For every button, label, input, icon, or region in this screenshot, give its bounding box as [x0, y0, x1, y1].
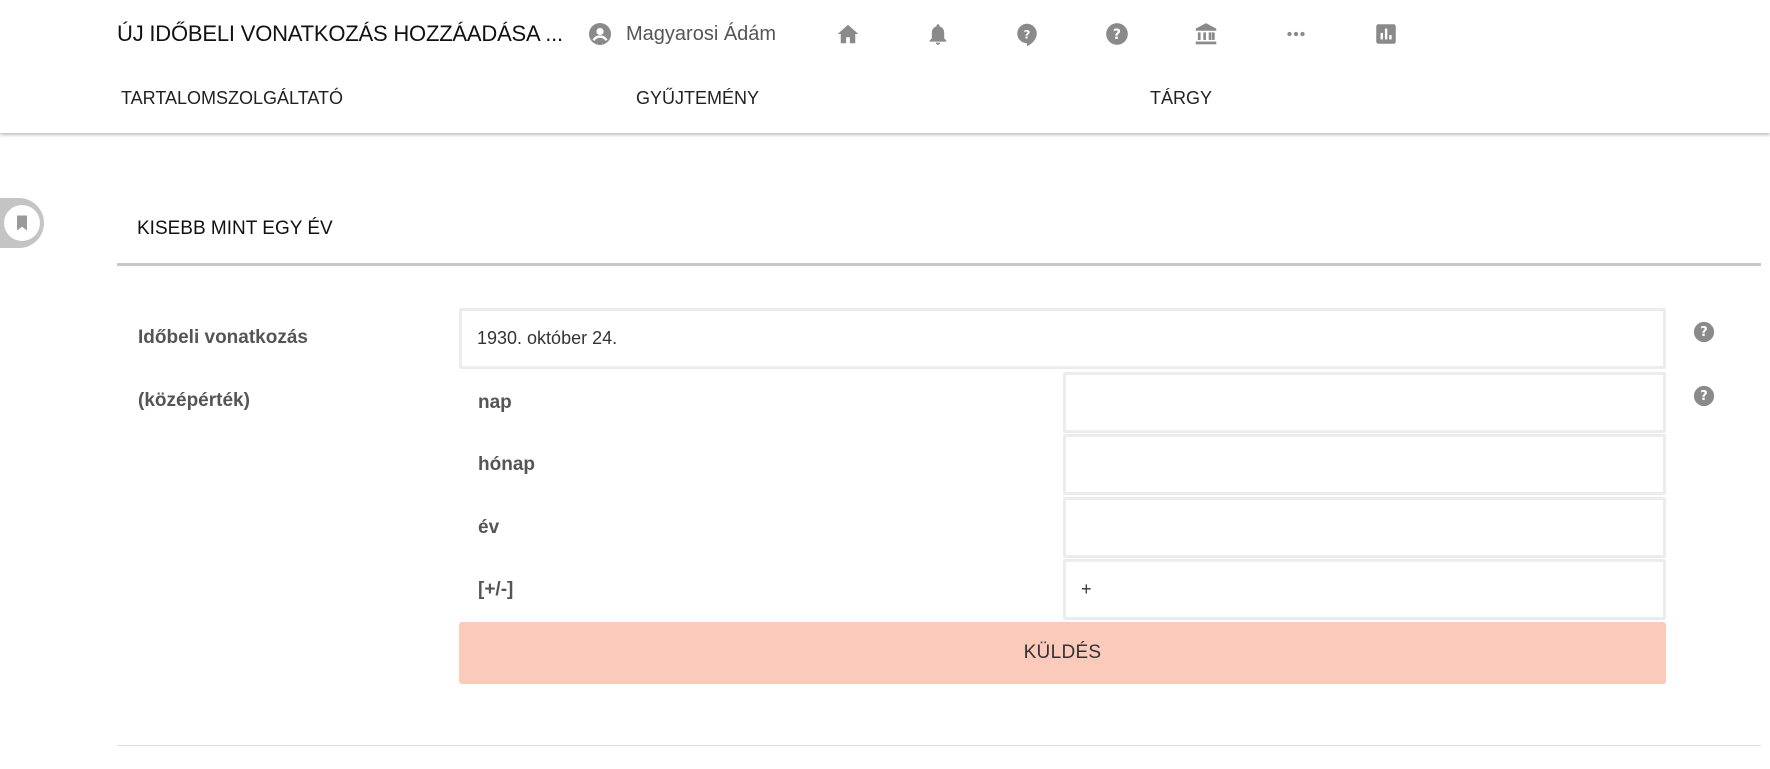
- app-header: ÚJ IDŐBELI VONATKOZÁS HOZZÁADÁSA ... Mag…: [0, 0, 1770, 133]
- help-circle-icon[interactable]: ?: [1104, 21, 1130, 47]
- tab-content-provider[interactable]: TARTALOMSZOLGÁLTATÓ: [121, 88, 343, 109]
- mean-value-label: (középérték): [138, 390, 250, 411]
- help-circle-icon[interactable]: ?: [1693, 385, 1715, 407]
- more-icon[interactable]: [1283, 21, 1309, 47]
- section-divider: [117, 263, 1761, 266]
- help-bubble-icon[interactable]: ?: [1014, 21, 1040, 47]
- month-label: hónap: [478, 454, 535, 475]
- day-input[interactable]: [1063, 372, 1666, 433]
- year-label: év: [478, 517, 500, 538]
- svg-text:?: ?: [1700, 389, 1707, 404]
- bookmark-icon: [4, 205, 40, 241]
- bell-icon[interactable]: [925, 21, 951, 47]
- page-title: ÚJ IDŐBELI VONATKOZÁS HOZZÁADÁSA ...: [117, 21, 563, 46]
- institution-icon[interactable]: [1193, 21, 1219, 47]
- bookmark-toggle[interactable]: [0, 198, 44, 248]
- year-input[interactable]: [1063, 497, 1666, 558]
- section-title: KISEBB MINT EGY ÉV: [137, 218, 333, 239]
- tab-object[interactable]: TÁRGY: [1150, 88, 1212, 109]
- plus-minus-label: [+/-]: [478, 579, 514, 600]
- user-menu[interactable]: Magyarosi Ádám: [588, 21, 776, 47]
- day-label: nap: [478, 392, 512, 413]
- svg-text:?: ?: [1700, 325, 1707, 340]
- user-name: Magyarosi Ádám: [626, 22, 777, 45]
- tab-collection[interactable]: GYŰJTEMÉNY: [636, 88, 759, 109]
- temporal-reference-label: Időbeli vonatkozás: [138, 327, 308, 348]
- account-circle-icon: [588, 22, 612, 46]
- svg-text:?: ?: [1024, 27, 1031, 41]
- chart-icon[interactable]: [1373, 21, 1399, 47]
- home-icon[interactable]: [835, 21, 861, 47]
- plus-minus-input[interactable]: [1063, 559, 1666, 620]
- help-circle-icon[interactable]: ?: [1693, 321, 1715, 343]
- temporal-reference-input[interactable]: [459, 308, 1666, 369]
- bottom-divider: [117, 745, 1761, 746]
- month-input[interactable]: [1063, 434, 1666, 495]
- submit-button[interactable]: KÜLDÉS: [459, 622, 1666, 684]
- svg-text:?: ?: [1113, 27, 1121, 43]
